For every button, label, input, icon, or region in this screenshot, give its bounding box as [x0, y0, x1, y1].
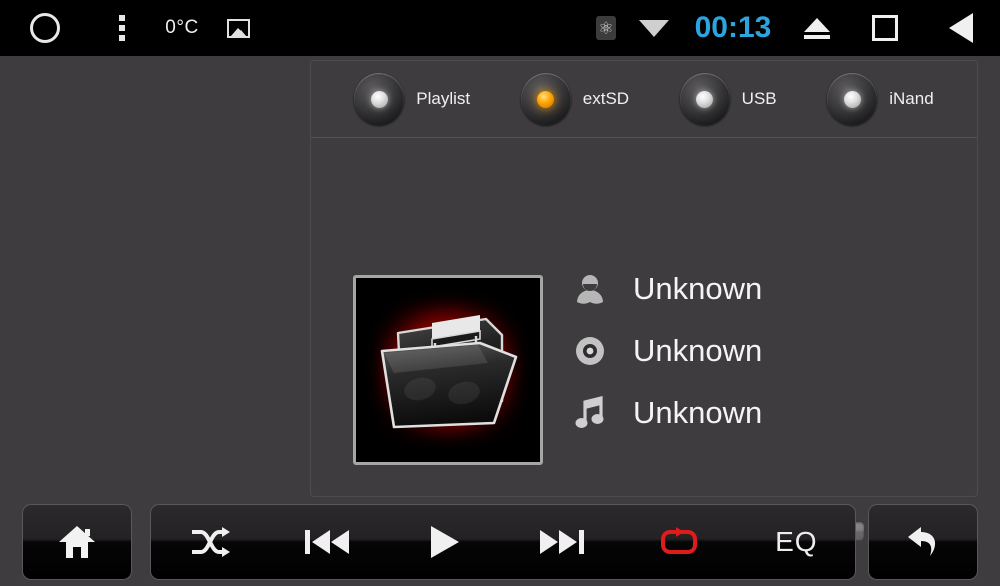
source-tab-usb[interactable]: USB [679, 73, 777, 125]
radio-led-usb [679, 73, 730, 125]
back-icon[interactable] [922, 13, 1000, 43]
clock-value: 00:13 [694, 11, 772, 44]
eq-label: EQ [775, 526, 818, 557]
source-tabs: Playlist extSD USB iNand [311, 61, 977, 138]
repeat-icon [660, 527, 697, 554]
shuffle-icon [191, 527, 230, 557]
next-track-icon [539, 530, 584, 554]
home-circle-icon[interactable] [0, 13, 90, 43]
repeat-button[interactable] [620, 505, 737, 579]
status-bar-left: 0°C [0, 13, 266, 43]
track-value: Unknown [633, 395, 763, 430]
artist-icon [573, 274, 607, 305]
source-tab-label: USB [741, 89, 777, 108]
bluetooth-icon: ⚛ [584, 16, 628, 40]
next-button[interactable] [503, 505, 620, 579]
media-panel: Playlist extSD USB iNand Unknown Unknown… [310, 60, 978, 542]
source-tab-inand[interactable]: iNand [827, 73, 934, 125]
metadata-album-row: Unknown [573, 320, 933, 382]
album-value: Unknown [633, 333, 763, 368]
eject-icon[interactable] [786, 17, 848, 39]
source-tab-label: iNand [889, 89, 934, 108]
album-disc-icon [573, 336, 607, 366]
transport-controls: EQ [150, 504, 856, 580]
source-tab-playlist[interactable]: Playlist [354, 73, 470, 125]
return-button[interactable] [868, 504, 978, 580]
image-icon[interactable] [210, 18, 266, 38]
source-tab-label: Playlist [416, 89, 471, 108]
home-icon [59, 526, 95, 558]
temperature-readout: 0°C [154, 17, 210, 39]
music-folder-icon [380, 315, 518, 429]
source-tab-label: extSD [582, 89, 630, 108]
radio-led-inand [827, 73, 878, 125]
artist-value: Unknown [633, 271, 763, 306]
metadata-artist-row: Unknown [573, 258, 933, 320]
status-bar-right: ⚛ 00:13 [584, 11, 1000, 45]
wifi-icon [628, 19, 680, 37]
temperature-value: 0°C [165, 17, 199, 38]
source-tab-extsd[interactable]: extSD [520, 73, 630, 125]
previous-button[interactable] [268, 505, 385, 579]
clock: 00:13 [680, 11, 786, 45]
radio-led-playlist [354, 73, 405, 125]
eq-button[interactable]: EQ [738, 505, 855, 579]
music-note-icon [573, 396, 607, 430]
head-unit-screen: 0°C ⚛ 00:13 Playlist extSD USB iNand Unk… [0, 0, 1000, 586]
radio-led-extsd [520, 73, 571, 125]
play-icon [431, 526, 460, 558]
return-icon [908, 527, 936, 556]
metadata-track-row: Unknown [573, 382, 933, 444]
recents-icon[interactable] [848, 15, 922, 41]
now-playing-area: Unknown Unknown Unknown [311, 138, 977, 542]
track-metadata: Unknown Unknown Unknown [573, 258, 933, 444]
play-button[interactable] [386, 505, 503, 579]
album-art [353, 275, 543, 465]
home-button[interactable] [22, 504, 132, 580]
shuffle-button[interactable] [151, 505, 268, 579]
previous-track-icon [304, 530, 349, 554]
overflow-menu-icon[interactable] [90, 15, 154, 41]
status-bar: 0°C ⚛ 00:13 [0, 0, 1000, 56]
